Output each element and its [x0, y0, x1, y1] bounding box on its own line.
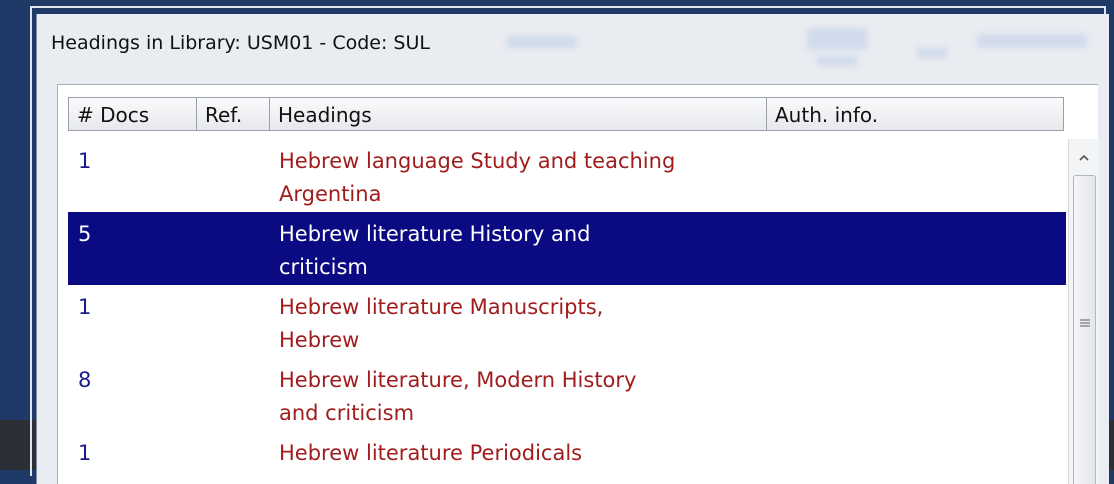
column-header-auth-info[interactable]: Auth. info. — [767, 97, 1064, 131]
table-row[interactable]: 1 Hebrew language Study and teaching Arg… — [68, 139, 1066, 212]
vertical-scrollbar[interactable] — [1068, 139, 1099, 484]
scrollbar-thumb[interactable] — [1073, 175, 1096, 484]
headings-list: 1 Hebrew language Study and teaching Arg… — [68, 139, 1066, 484]
table-row[interactable]: 1 Hebrew literature Manuscripts, Hebrew — [68, 285, 1066, 358]
background-ghost — [917, 48, 947, 58]
window-title: Headings in Library: USM01 - Code: SUL — [51, 32, 430, 54]
docs-count: 5 — [78, 222, 92, 246]
table-row-selected[interactable]: 5 Hebrew literature History and criticis… — [68, 212, 1066, 285]
heading-text: Hebrew literature, Modern History and cr… — [279, 368, 637, 425]
docs-count: 1 — [78, 149, 92, 173]
background-ghost — [817, 56, 857, 66]
heading-text: Hebrew literature Periodicals — [279, 441, 583, 465]
table-row[interactable]: 8 Hebrew literature, Modern History and … — [68, 358, 1066, 431]
heading-text: Hebrew literature Manuscripts, Hebrew — [279, 295, 604, 352]
docs-count: 1 — [78, 441, 92, 465]
heading-text: Hebrew language Study and teaching Argen… — [279, 149, 676, 206]
grip-lines-icon — [1078, 317, 1091, 331]
docs-count: 1 — [78, 295, 92, 319]
background-ghost — [977, 34, 1087, 48]
headings-list-panel: # Docs Ref. Headings Auth. info. 1 Hebre… — [57, 84, 1099, 484]
table-row[interactable]: 1 Hebrew literature Periodicals — [68, 431, 1066, 484]
column-header-docs[interactable]: # Docs — [68, 97, 197, 131]
column-header-ref[interactable]: Ref. — [197, 97, 270, 131]
background-ghost — [507, 36, 577, 48]
docs-count: 8 — [78, 368, 92, 392]
heading-text: Hebrew literature History and criticism — [279, 222, 591, 279]
headings-window: Headings in Library: USM01 - Code: SUL #… — [36, 14, 1109, 484]
table-header: # Docs Ref. Headings Auth. info. — [68, 97, 1064, 131]
background-ghost — [807, 28, 867, 50]
column-header-headings[interactable]: Headings — [270, 97, 767, 131]
chevron-up-icon[interactable] — [1069, 139, 1099, 175]
